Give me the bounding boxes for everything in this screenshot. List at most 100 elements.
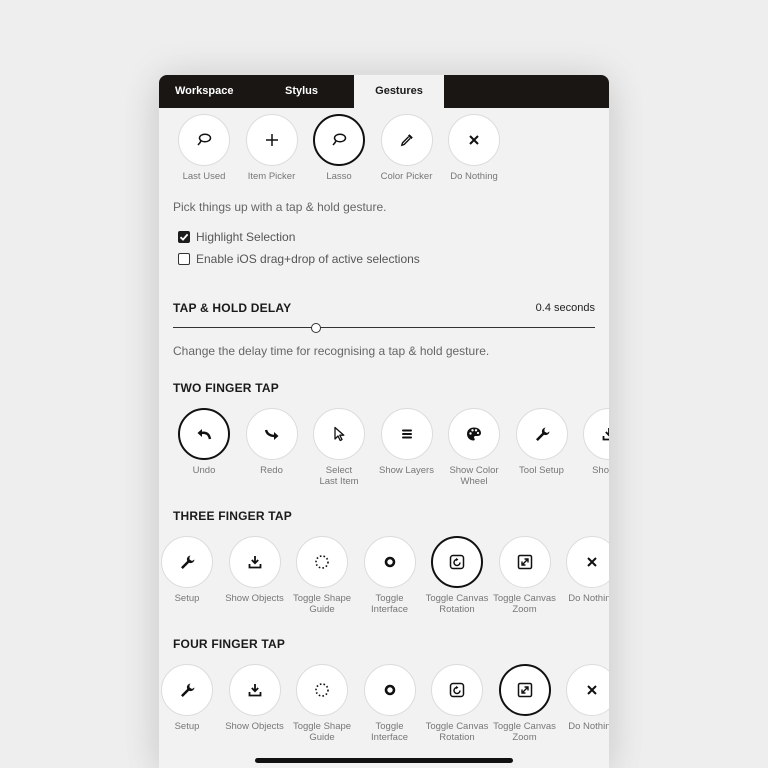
tap-hold-option[interactable]: Last Used (170, 114, 238, 182)
tap-hold-option[interactable]: Item Picker (238, 114, 306, 182)
option-circle[interactable] (498, 664, 551, 716)
three-finger-option[interactable]: Show Objects (221, 536, 289, 604)
option-label: Lasso (326, 171, 352, 182)
option-circle[interactable] (296, 536, 348, 588)
option-circle[interactable] (431, 664, 483, 716)
wrench-icon (533, 425, 551, 443)
slider-track (173, 327, 595, 328)
option-label: Tool Setup (519, 465, 564, 476)
two-finger-option[interactable]: Show Layers (373, 408, 441, 476)
tap-hold-options-row: Last Used Item Picker Lasso Color Picker Do … (159, 114, 609, 194)
three-finger-option[interactable]: Toggle Canvas Zoom (491, 536, 559, 615)
option-label: Toggle Shape Guide (292, 593, 352, 615)
option-circle[interactable] (448, 114, 500, 166)
home-indicator (255, 758, 513, 763)
tab-workspace[interactable]: Workspace (159, 75, 255, 108)
close-icon (465, 131, 483, 149)
dotted-circle-icon (313, 553, 331, 571)
four-finger-option[interactable]: Toggle Shape Guide (288, 664, 356, 743)
tap-hold-option[interactable]: Lasso (305, 114, 373, 182)
four-finger-option[interactable]: Show Objects (221, 664, 289, 732)
option-label: Redo (260, 465, 283, 476)
option-circle[interactable] (161, 664, 213, 716)
two-finger-option[interactable]: Redo (238, 408, 306, 476)
option-label: Color Picker (380, 171, 433, 182)
option-circle[interactable] (380, 114, 433, 166)
option-label: Toggle Canvas Rotation (425, 593, 489, 615)
highlight-selection-label: Highlight Selection (196, 230, 296, 244)
option-circle[interactable] (228, 536, 281, 588)
option-circle[interactable] (566, 536, 609, 588)
two-finger-tap-title: TWO FINGER TAP (173, 381, 279, 395)
option-circle[interactable] (178, 114, 230, 166)
three-finger-option[interactable]: Toggle Interface (356, 536, 424, 615)
close-icon (583, 553, 601, 571)
option-label: Do Nothing (568, 593, 609, 604)
three-finger-option[interactable]: Toggle Canvas Rotation (423, 536, 491, 615)
drag-drop-label: Enable iOS drag+drop of active selection… (196, 252, 420, 266)
tab-gestures[interactable]: Gestures (354, 75, 444, 108)
two-finger-option[interactable]: Undo (170, 408, 238, 476)
slider-thumb[interactable] (311, 323, 322, 333)
option-circle[interactable] (431, 536, 483, 588)
two-finger-option[interactable]: Show O (575, 408, 609, 476)
four-finger-option[interactable]: Setup (159, 664, 221, 732)
option-label: Setup (174, 593, 200, 604)
two-finger-option[interactable]: Show Color Wheel (440, 408, 508, 487)
three-finger-option[interactable]: Toggle Shape Guide (288, 536, 356, 615)
download-icon (246, 681, 264, 699)
two-finger-option[interactable]: Select Last Item (305, 408, 373, 487)
two-finger-option[interactable]: Tool Setup (508, 408, 576, 476)
gestures-content[interactable]: Last Used Item Picker Lasso Color Picker Do … (159, 108, 609, 768)
option-label: Toggle Canvas Rotation (425, 721, 489, 743)
option-label: Show Objects (225, 593, 284, 604)
option-circle[interactable] (363, 664, 416, 716)
option-circle[interactable] (583, 408, 609, 460)
option-label: Show O (592, 465, 609, 476)
zoom-icon (516, 681, 534, 699)
three-finger-option[interactable]: Setup (159, 536, 221, 604)
drag-drop-checkbox[interactable]: Enable iOS drag+drop of active selection… (178, 252, 420, 266)
option-circle[interactable] (245, 114, 298, 166)
wrench-icon (178, 553, 196, 571)
option-circle[interactable] (313, 408, 365, 460)
option-label: Toggle Interface (371, 593, 408, 615)
option-circle[interactable] (448, 408, 500, 460)
download-icon (246, 553, 264, 571)
palette-icon (465, 425, 483, 443)
option-label: Setup (174, 721, 200, 732)
three-finger-option[interactable]: Do Nothing (558, 536, 609, 604)
tab-stylus[interactable]: Stylus (255, 75, 354, 108)
redo-icon (263, 425, 281, 443)
download-icon (600, 425, 609, 443)
option-circle[interactable] (296, 664, 348, 716)
tap-hold-option[interactable]: Do Nothing (440, 114, 508, 182)
option-circle[interactable] (515, 408, 568, 460)
option-circle[interactable] (498, 536, 551, 588)
tap-hold-delay-value: 0.4 seconds (535, 302, 595, 314)
option-circle[interactable] (380, 408, 433, 460)
option-circle[interactable] (313, 114, 365, 166)
plus-icon (263, 131, 281, 149)
cursor-icon (330, 425, 348, 443)
option-circle[interactable] (363, 536, 416, 588)
tap-hold-option[interactable]: Color Picker (373, 114, 441, 182)
option-circle[interactable] (245, 408, 298, 460)
tap-hold-delay-slider[interactable] (173, 322, 595, 334)
settings-tab-bar: Workspace Stylus Gestures (159, 75, 609, 108)
four-finger-option[interactable]: Do Nothing (558, 664, 609, 732)
option-label: Do Nothing (568, 721, 609, 732)
undo-icon (195, 425, 213, 443)
four-finger-option[interactable]: Toggle Canvas Zoom (491, 664, 559, 743)
four-finger-option[interactable]: Toggle Canvas Rotation (423, 664, 491, 743)
option-circle[interactable] (178, 408, 230, 460)
option-circle[interactable] (228, 664, 281, 716)
four-finger-option[interactable]: Toggle Interface (356, 664, 424, 743)
option-label: Last Used (182, 171, 226, 182)
option-circle[interactable] (161, 536, 213, 588)
zoom-icon (516, 553, 534, 571)
lasso-icon (330, 131, 348, 149)
option-label: Toggle Canvas Zoom (493, 721, 556, 743)
option-circle[interactable] (566, 664, 609, 716)
highlight-selection-checkbox[interactable]: Highlight Selection (178, 230, 295, 244)
